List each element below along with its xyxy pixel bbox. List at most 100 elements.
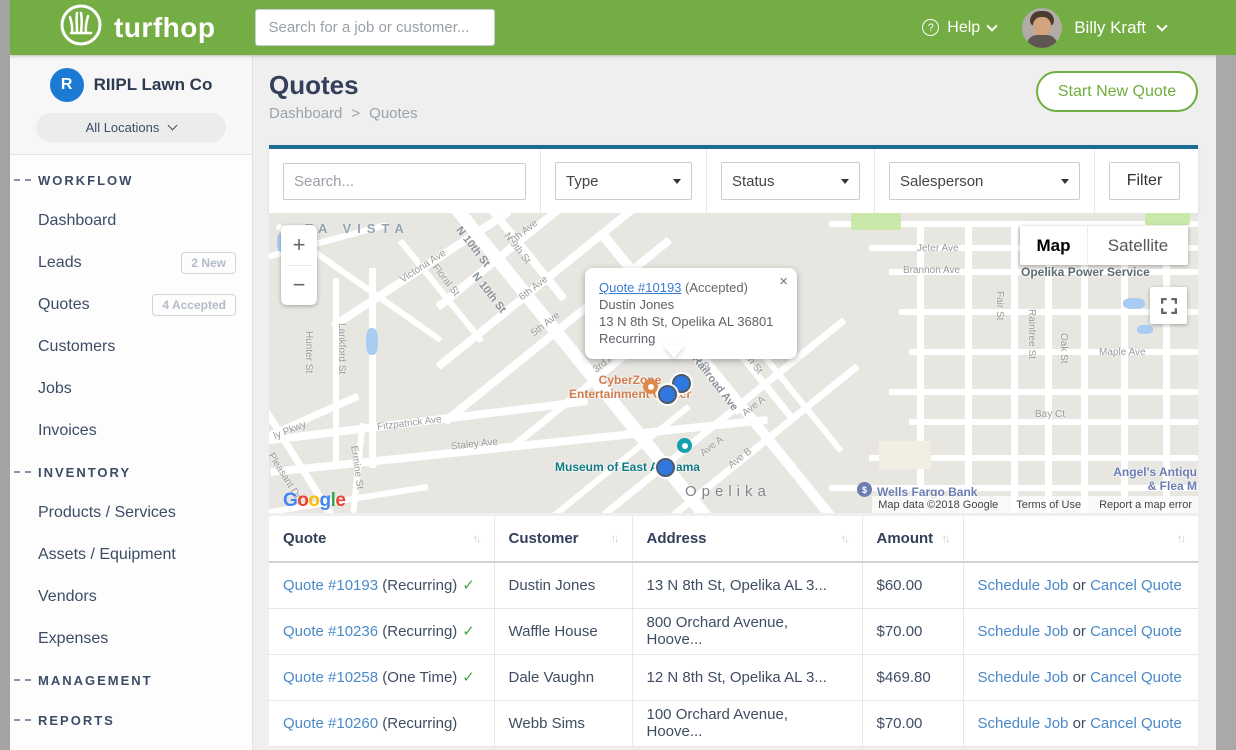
sidebar-item-vendors[interactable]: Vendors: [10, 576, 252, 618]
street-label: N 10th St: [469, 271, 508, 316]
map-view-button[interactable]: Map: [1020, 226, 1087, 265]
street-label: Oak St: [1058, 333, 1069, 364]
address-cell: 12 N 8th St, Opelika AL 3...: [632, 654, 862, 700]
help-question-icon: ?: [922, 19, 939, 36]
sort-icon[interactable]: ↑↓: [942, 533, 949, 545]
street-label: Fair St: [994, 291, 1005, 320]
cancel-quote-link[interactable]: Cancel Quote: [1090, 669, 1182, 686]
quote-map-marker[interactable]: [658, 385, 677, 404]
sidebar-item-customers[interactable]: Customers: [10, 326, 252, 368]
road: [889, 389, 1198, 395]
cancel-quote-link[interactable]: Cancel Quote: [1090, 623, 1182, 640]
column-header-quote[interactable]: Quote↑↓: [269, 516, 494, 562]
dropdown-arrow-icon: [1061, 179, 1069, 184]
table-row: Quote #10260 (Recurring) Webb Sims 100 O…: [269, 700, 1198, 746]
schedule-job-link[interactable]: Schedule Job: [978, 577, 1069, 594]
terms-of-use-link[interactable]: Terms of Use: [1016, 499, 1081, 511]
schedule-job-link[interactable]: Schedule Job: [978, 623, 1069, 640]
address-cell: 800 Orchard Avenue, Hoove...: [632, 608, 862, 654]
app-logo[interactable]: turfhop: [58, 2, 215, 53]
breadcrumb: Dashboard > Quotes: [269, 105, 418, 122]
column-header-customer[interactable]: Customer↑↓: [494, 516, 632, 562]
cancel-quote-link[interactable]: Cancel Quote: [1090, 715, 1182, 732]
section-dash-icon: [14, 179, 31, 181]
water-patch: [366, 328, 378, 355]
sidebar-item-jobs[interactable]: Jobs: [10, 368, 252, 410]
window-scrollbar[interactable]: [1216, 55, 1236, 750]
filter-button[interactable]: Filter: [1109, 162, 1180, 200]
section-dash-icon: [14, 471, 31, 473]
dropdown-arrow-icon: [673, 179, 681, 184]
help-menu[interactable]: ? Help: [922, 19, 996, 37]
chevron-down-icon: [987, 20, 998, 31]
quote-link[interactable]: Quote #10193: [283, 577, 378, 594]
quote-link[interactable]: Quote #10260: [283, 715, 378, 732]
start-new-quote-button[interactable]: Start New Quote: [1036, 71, 1198, 112]
satellite-view-button[interactable]: Satellite: [1087, 226, 1188, 265]
map-data-credit: Map data ©2018 Google: [878, 499, 998, 511]
section-dash-icon: [14, 719, 31, 721]
report-map-error-link[interactable]: Report a map error: [1099, 499, 1192, 511]
road: [909, 349, 1198, 355]
main-content: Quotes Dashboard > Quotes Start New Quot…: [253, 55, 1216, 750]
sidebar-item-products-services[interactable]: Products / Services: [10, 492, 252, 534]
quote-type: (Recurring): [378, 577, 457, 594]
sort-icon[interactable]: ↑↓: [473, 533, 480, 545]
action-separator: or: [1073, 669, 1086, 686]
sidebar: R RIIPL Lawn Co All Locations WORKFLOW D…: [10, 55, 253, 750]
user-menu[interactable]: Billy Kraft: [1022, 8, 1166, 48]
accepted-check-icon: ✓: [462, 669, 475, 686]
close-icon[interactable]: ×: [779, 275, 788, 289]
location-selector[interactable]: All Locations: [36, 113, 226, 142]
street-label: Lankford St: [336, 323, 347, 374]
info-window-status: (Accepted): [685, 280, 748, 295]
table-header-row: Quote↑↓ Customer↑↓ Address↑↓ Amount↑↓ ↑↓: [269, 516, 1198, 562]
type-select[interactable]: Type: [555, 162, 692, 200]
street-label: Maple Ave: [1099, 347, 1146, 358]
fullscreen-button[interactable]: [1150, 287, 1187, 324]
museum-poi-icon: [677, 438, 692, 453]
zoom-out-button[interactable]: −: [281, 266, 317, 306]
sort-icon[interactable]: ↑↓: [611, 533, 618, 545]
app-logo-text: turfhop: [114, 12, 215, 44]
google-logo[interactable]: Google: [283, 490, 345, 512]
sidebar-item-expenses[interactable]: Expenses: [10, 618, 252, 660]
nav-section-reports[interactable]: REPORTS: [10, 700, 252, 740]
sidebar-item-assets-equipment[interactable]: Assets / Equipment: [10, 534, 252, 576]
sidebar-item-dashboard[interactable]: Dashboard: [10, 200, 252, 242]
sidebar-item-invoices[interactable]: Invoices: [10, 410, 252, 452]
column-header-actions[interactable]: ↑↓: [963, 516, 1198, 562]
water-patch: [1123, 298, 1145, 309]
info-window-quote-link[interactable]: Quote #10193: [599, 280, 681, 295]
quote-link[interactable]: Quote #10258: [283, 669, 378, 686]
customer-cell: Webb Sims: [494, 700, 632, 746]
quote-link[interactable]: Quote #10236: [283, 623, 378, 640]
nav-section-management[interactable]: MANAGEMENT: [10, 660, 252, 700]
column-header-amount[interactable]: Amount↑↓: [862, 516, 963, 562]
page-title: Quotes: [269, 70, 359, 101]
status-select[interactable]: Status: [721, 162, 860, 200]
street-label: Hunter St: [303, 331, 314, 373]
schedule-job-link[interactable]: Schedule Job: [978, 669, 1069, 686]
sort-icon[interactable]: ↑↓: [1177, 533, 1184, 545]
breadcrumb-separator: >: [351, 105, 360, 122]
sidebar-item-quotes[interactable]: Quotes 4 Accepted: [10, 284, 252, 326]
sidebar-item-leads[interactable]: Leads 2 New: [10, 242, 252, 284]
quote-map-marker[interactable]: [656, 458, 675, 477]
user-name: Billy Kraft: [1074, 18, 1146, 38]
column-header-address[interactable]: Address↑↓: [632, 516, 862, 562]
schedule-job-link[interactable]: Schedule Job: [978, 715, 1069, 732]
info-window-address: 13 N 8th St, Opelika AL 36801: [599, 313, 783, 330]
quotes-search-input[interactable]: [283, 163, 526, 200]
map-canvas[interactable]: TA VISTA N 10th St N 10th St N 9th St 7t…: [269, 213, 1198, 513]
cancel-quote-link[interactable]: Cancel Quote: [1090, 577, 1182, 594]
leads-count-badge: 2 New: [181, 252, 236, 274]
sort-icon[interactable]: ↑↓: [841, 533, 848, 545]
zoom-in-button[interactable]: +: [281, 225, 317, 265]
global-search-input[interactable]: [255, 9, 495, 46]
salesperson-select[interactable]: Salesperson: [889, 162, 1080, 200]
fullscreen-icon: [1161, 298, 1177, 314]
amount-cell: $60.00: [862, 562, 963, 608]
city-label-opelika: Opelika: [685, 483, 771, 500]
breadcrumb-dashboard[interactable]: Dashboard: [269, 105, 342, 122]
